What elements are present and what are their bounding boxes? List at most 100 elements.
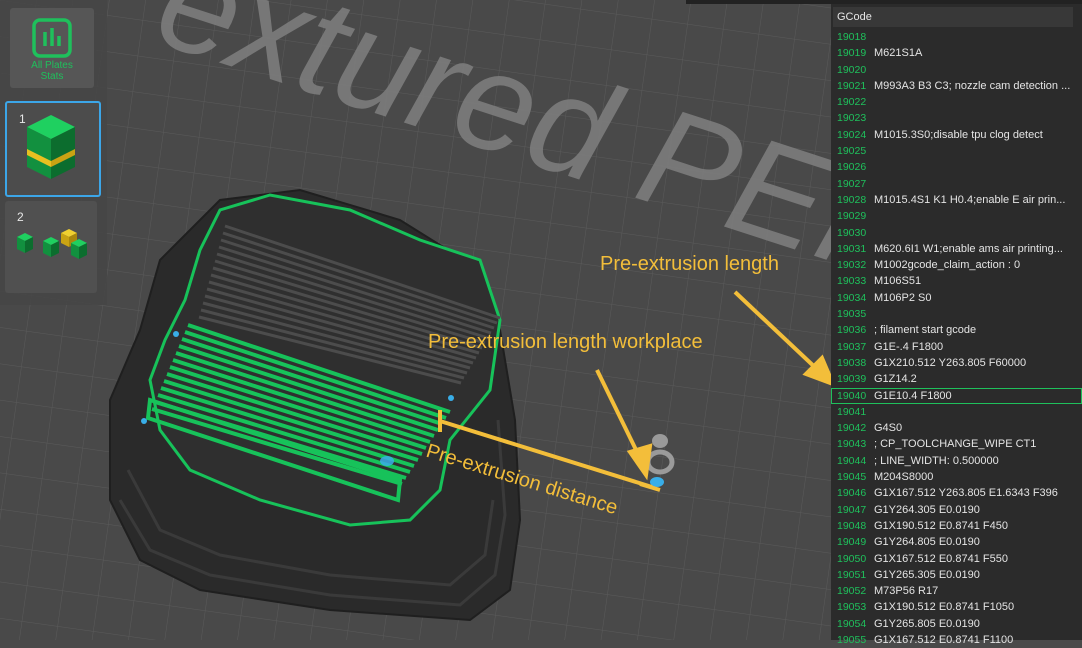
gcode-line-number: 19026: [837, 161, 867, 174]
gcode-line-code: G1X167.512 Y263.805 E1.6343 F396: [874, 487, 1058, 500]
gcode-line-code: G4S0: [874, 422, 903, 435]
gcode-line-code: M993A3 B3 C3; nozzle cam detection ...: [874, 79, 1071, 92]
gcode-line-number: 19045: [837, 471, 867, 484]
gcode-line[interactable]: 19048 G1X190.512 E0.8741 F450: [831, 518, 1082, 534]
gcode-line[interactable]: 19049 G1Y264.805 E0.0190: [831, 534, 1082, 550]
gcode-line[interactable]: 19041: [831, 404, 1082, 420]
gcode-line-number: 19049: [837, 536, 867, 549]
gcode-line-number: 19032: [837, 259, 867, 272]
gcode-line[interactable]: 19051 G1Y265.305 E0.0190: [831, 567, 1082, 583]
gcode-line-number: 19038: [837, 356, 867, 369]
multi-cube-icon: [17, 229, 87, 259]
annotation-pre-extrusion-length: Pre-extrusion length: [600, 253, 779, 275]
gcode-line-number: 19041: [837, 405, 867, 418]
gcode-line[interactable]: 19032 M1002gcode_claim_action : 0: [831, 257, 1082, 273]
gcode-line[interactable]: 19023: [831, 110, 1082, 126]
gcode-line[interactable]: 19027: [831, 176, 1082, 192]
all-plates-stats-button[interactable]: All Plates Stats: [10, 8, 94, 88]
gcode-line[interactable]: 19030: [831, 225, 1082, 241]
gcode-line-number: 19029: [837, 210, 867, 223]
plate-sidebar: All Plates Stats 1 2: [0, 0, 107, 305]
gcode-line-number: 19036: [837, 324, 867, 337]
gcode-line[interactable]: 19050 G1X167.512 E0.8741 F550: [831, 551, 1082, 567]
gcode-line[interactable]: 19029: [831, 208, 1082, 224]
gcode-line-number: 19051: [837, 568, 867, 581]
gcode-line-number: 19021: [837, 79, 867, 92]
gcode-line-number: 19042: [837, 422, 867, 435]
gcode-line[interactable]: 19044 ; LINE_WIDTH: 0.500000: [831, 453, 1082, 469]
gcode-line[interactable]: 19038 G1X210.512 Y263.805 F60000: [831, 355, 1082, 371]
gcode-line[interactable]: 19053 G1X190.512 E0.8741 F1050: [831, 599, 1082, 615]
gcode-line[interactable]: 19018: [831, 29, 1082, 45]
gcode-line[interactable]: 19022: [831, 94, 1082, 110]
gcode-line-number: 19020: [837, 63, 867, 76]
gcode-line-code: G1Y264.305 E0.0190: [874, 503, 980, 516]
gcode-line[interactable]: 19052 M73P56 R17: [831, 583, 1082, 599]
gcode-line-number: 19044: [837, 454, 867, 467]
gcode-line[interactable]: 19037 G1E-.4 F1800: [831, 339, 1082, 355]
gcode-line[interactable]: 19046 G1X167.512 Y263.805 E1.6343 F396: [831, 485, 1082, 501]
gcode-line-code: G1Y265.805 E0.0190: [874, 617, 980, 630]
gcode-line-number: 19034: [837, 291, 867, 304]
gcode-line-code: M620.6I1 W1;enable ams air printing...: [874, 242, 1063, 255]
gcode-line[interactable]: 19021 M993A3 B3 C3; nozzle cam detection …: [831, 78, 1082, 94]
gcode-line-number: 19046: [837, 487, 867, 500]
gcode-line[interactable]: 19043 ; CP_TOOLCHANGE_WIPE CT1: [831, 436, 1082, 452]
plate-1-thumbnail[interactable]: 1: [5, 101, 101, 197]
stats-label: All Plates Stats: [31, 60, 73, 82]
gcode-line-number: 19053: [837, 601, 867, 614]
gcode-line-code: G1X190.512 E0.8741 F1050: [874, 601, 1015, 614]
gcode-line[interactable]: 19034 M106P2 S0: [831, 290, 1082, 306]
gcode-list[interactable]: 19018 19019 M621S1A 19020 19021 M993A3 B3 C3;…: [831, 29, 1082, 648]
gcode-line-code: M1015.3S0;disable tpu clog detect: [874, 128, 1043, 141]
plate-2-thumbnail[interactable]: 2: [5, 201, 97, 293]
gcode-line[interactable]: 19025: [831, 143, 1082, 159]
gcode-line-code: M106P2 S0: [874, 291, 932, 304]
gcode-line-code: G1Z14.2: [874, 373, 917, 386]
gcode-line-number: 19023: [837, 112, 867, 125]
gcode-line[interactable]: 19042 G4S0: [831, 420, 1082, 436]
gcode-line[interactable]: 19054 G1Y265.805 E0.0190: [831, 616, 1082, 632]
gcode-line[interactable]: 19019 M621S1A: [831, 45, 1082, 61]
gcode-panel[interactable]: GCode 19018 19019 M621S1A 19020 19021 M993A3 …: [831, 4, 1082, 646]
gcode-line-number: 19043: [837, 438, 867, 451]
stats-icon: [32, 18, 72, 58]
gcode-line-code: G1E-.4 F1800: [874, 340, 944, 353]
gcode-line-code: M204S8000: [874, 471, 934, 484]
gcode-line[interactable]: 19028 M1015.4S1 K1 H0.4;enable E air prin…: [831, 192, 1082, 208]
gcode-line[interactable]: 19035: [831, 306, 1082, 322]
gcode-line[interactable]: 19047 G1Y264.305 E0.0190: [831, 502, 1082, 518]
gcode-line-code: ; LINE_WIDTH: 0.500000: [874, 454, 999, 467]
gcode-line-number: 19019: [837, 47, 867, 60]
gcode-line-number: 19028: [837, 193, 867, 206]
gcode-line-number: 19047: [837, 503, 867, 516]
gcode-line[interactable]: 19040 G1E10.4 F1800: [831, 387, 1082, 404]
gcode-line[interactable]: 19024 M1015.3S0;disable tpu clog detect: [831, 127, 1082, 143]
gcode-line-number: 19031: [837, 242, 867, 255]
gcode-line-code: M106S51: [874, 275, 922, 288]
gcode-line[interactable]: 19020: [831, 62, 1082, 78]
gcode-line-number: 19030: [837, 226, 867, 239]
gcode-line[interactable]: 19039 G1Z14.2: [831, 371, 1082, 387]
gcode-line[interactable]: 19045 M204S8000: [831, 469, 1082, 485]
gcode-line-code: G1Y265.305 E0.0190: [874, 568, 980, 581]
gcode-line-code: M621S1A: [874, 47, 923, 60]
gcode-line-code: M73P56 R17: [874, 585, 939, 598]
gcode-line-code: G1X210.512 Y263.805 F60000: [874, 356, 1027, 369]
gcode-line-code: M1015.4S1 K1 H0.4;enable E air prin...: [874, 193, 1066, 206]
gcode-line-number: 19027: [837, 177, 867, 190]
gcode-line-number: 19039: [837, 373, 867, 386]
gcode-line[interactable]: 19026: [831, 159, 1082, 175]
gcode-line-code: G1Y264.805 E0.0190: [874, 536, 980, 549]
gcode-line[interactable]: 19036 ; filament start gcode: [831, 322, 1082, 338]
gcode-line-number: 19048: [837, 519, 867, 532]
gcode-line-number: 19018: [837, 31, 867, 43]
gcode-line[interactable]: 19033 M106S51: [831, 273, 1082, 289]
gcode-line-number: 19052: [837, 585, 867, 598]
gcode-line-code: ; CP_TOOLCHANGE_WIPE CT1: [874, 438, 1037, 451]
gcode-title: GCode: [833, 7, 1073, 27]
gcode-line-number: 19035: [837, 308, 867, 321]
annotation-pre-extrusion-workplace: Pre-extrusion length workplace: [428, 331, 703, 353]
gcode-line[interactable]: 19031 M620.6I1 W1;enable ams air printing…: [831, 241, 1082, 257]
printed-model: [109, 188, 522, 622]
